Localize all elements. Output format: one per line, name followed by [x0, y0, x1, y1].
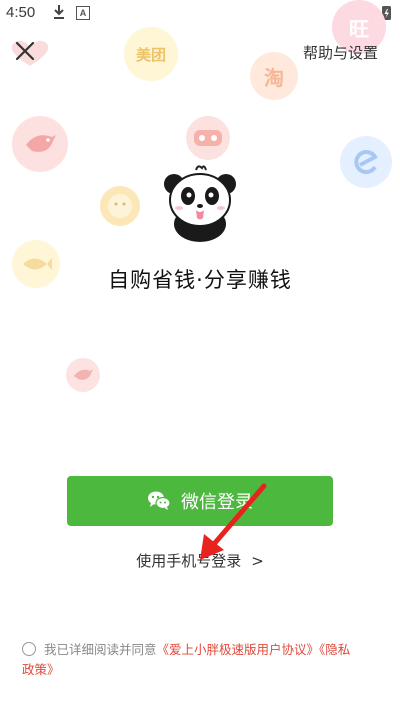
chevron-right-icon: > — [251, 552, 264, 570]
privacy-policy-link-continued[interactable]: 政策》 — [22, 662, 60, 677]
panda-mascot-icon — [164, 165, 236, 242]
taobao-decor-icon: 淘 — [250, 52, 298, 100]
lion-decor-icon — [96, 182, 144, 230]
status-time: 4:50 — [6, 4, 36, 21]
wechat-login-button[interactable]: 微信登录 — [67, 476, 333, 526]
wechat-login-label: 微信登录 — [181, 492, 253, 513]
agreement-prefix: 我已详细阅读并同意 — [44, 642, 157, 657]
phone-login-label: 使用手机号登录 — [136, 552, 242, 570]
login-screen: 4:50 A 美团 淘 旺 帮助与设置 自购省钱·分享赚钱 微信登录 使用手机号… — [0, 0, 400, 711]
close-icon[interactable] — [12, 38, 38, 64]
meituan-decor-icon: 美团 — [124, 27, 178, 81]
bird-small-decor-icon — [66, 358, 100, 392]
agreement-section: 我已详细阅读并同意《爱上小胖极速版用户协议》《隐私政策》 — [22, 640, 382, 680]
eleme-decor-icon — [340, 136, 392, 188]
bird-decor-icon — [12, 116, 68, 172]
jd-decor-icon — [186, 116, 230, 160]
user-agreement-link[interactable]: 《爱上小胖极速版用户协议》 — [157, 642, 320, 657]
wechat-icon — [148, 491, 171, 510]
phone-login-link[interactable]: 使用手机号登录 > — [0, 550, 400, 571]
slogan-text: 自购省钱·分享赚钱 — [108, 268, 292, 292]
privacy-policy-link[interactable]: 《隐私 — [319, 642, 350, 657]
help-settings-link[interactable]: 帮助与设置 — [303, 42, 378, 63]
app-notification-icon: A — [76, 6, 90, 20]
agreement-radio[interactable] — [22, 642, 36, 656]
download-icon — [54, 5, 64, 19]
